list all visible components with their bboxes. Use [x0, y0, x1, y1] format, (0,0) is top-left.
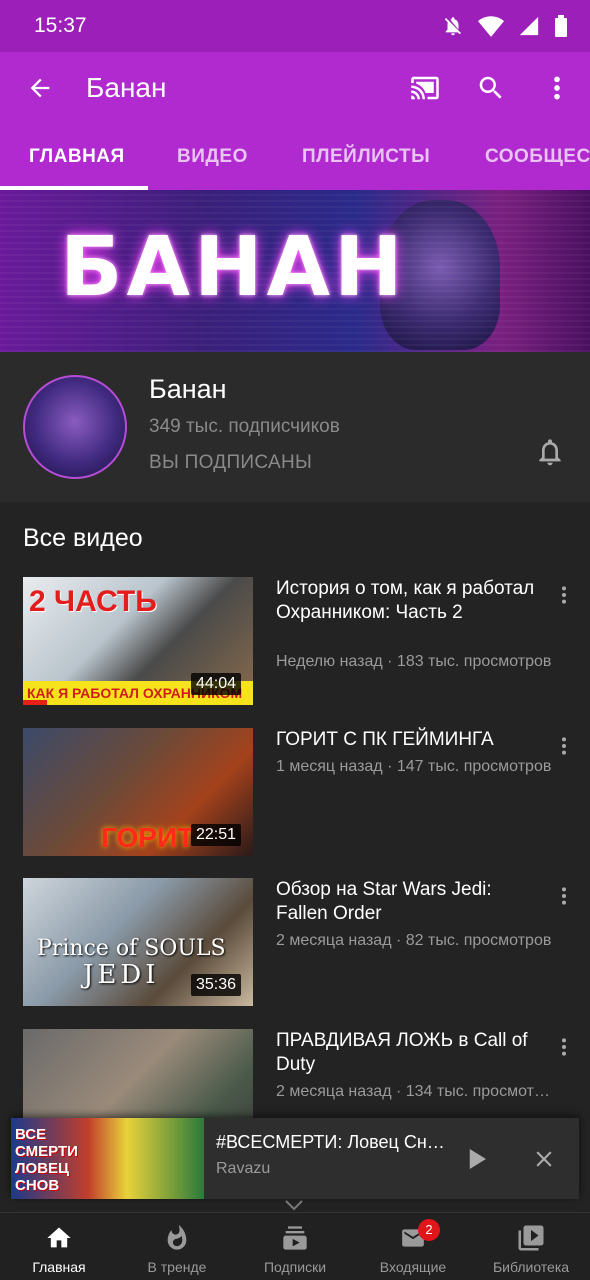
nav-trending[interactable]: В тренде — [118, 1213, 236, 1280]
notification-bell-icon[interactable] — [534, 436, 566, 468]
subscriptions-icon — [283, 1226, 307, 1250]
tab-community[interactable]: СООБЩЕСТВО — [485, 124, 590, 190]
video-duration: 35:36 — [190, 974, 241, 996]
notification-badge: 2 — [418, 1219, 440, 1241]
subscribed-button[interactable]: ВЫ ПОДПИСАНЫ — [149, 452, 312, 474]
subscriber-count: 349 тыс. подписчиков — [149, 416, 340, 437]
more-vert-icon — [562, 887, 566, 905]
channel-header: Банан 349 тыс. подписчиков ВЫ ПОДПИСАНЫ — [0, 352, 590, 502]
channel-tabs: ГЛАВНАЯ ВИДЕО ПЛЕЙЛИСТЫ СООБЩЕСТВО — [0, 124, 590, 190]
back-button[interactable] — [0, 52, 80, 124]
video-meta: 2 месяца назад · 82 тыс. просмотров — [276, 932, 552, 949]
nav-label: В тренде — [147, 1259, 207, 1275]
cast-button[interactable] — [392, 52, 458, 124]
more-options-button[interactable] — [524, 52, 590, 124]
video-item[interactable]: 2 ЧАСТЬ КАК Я РАБОТАЛ ОХРАННИКОМ 44:04 И… — [0, 577, 590, 707]
video-thumbnail[interactable]: 2 ЧАСТЬ КАК Я РАБОТАЛ ОХРАННИКОМ 44:04 — [23, 577, 253, 705]
chevron-down-icon[interactable] — [284, 1199, 304, 1211]
wifi-icon — [478, 16, 504, 37]
mini-player-thumbnail[interactable]: ВСЕ СМЕРТИ ЛОВЕЦ СНОВ — [11, 1118, 204, 1199]
watch-progress-bar — [23, 700, 47, 705]
thumbnail-text: Prince of SOULS — [37, 936, 226, 961]
section-title: Все видео — [23, 524, 143, 552]
close-icon[interactable] — [531, 1146, 557, 1172]
signal-icon — [519, 16, 539, 36]
nav-inbox[interactable]: 2 Входящие — [354, 1213, 472, 1280]
nav-label: Библиотека — [492, 1259, 570, 1275]
nav-label: Подписки — [263, 1259, 327, 1275]
mini-player[interactable]: ВСЕ СМЕРТИ ЛОВЕЦ СНОВ #ВСЕСМЕРТИ: Ловец … — [11, 1118, 579, 1199]
channel-banner: БАНАН — [0, 190, 590, 352]
video-more-button[interactable] — [552, 886, 576, 914]
video-meta: 2 месяца назад · 134 тыс. просмотров — [276, 1083, 558, 1100]
video-more-button[interactable] — [552, 1037, 576, 1065]
nav-label: Главная — [32, 1259, 86, 1275]
search-icon — [479, 76, 502, 99]
mini-player-author: Ravazu — [216, 1160, 271, 1177]
video-meta: 1 месяц назад · 147 тыс. просмотров — [276, 758, 552, 775]
more-vert-icon — [562, 1038, 566, 1056]
video-item[interactable]: Prince of SOULS JEDI 35:36 Обзор на Star… — [0, 878, 590, 1008]
video-more-button[interactable] — [552, 585, 576, 613]
notifications-off-icon — [444, 17, 461, 36]
nav-subscriptions[interactable]: Подписки — [236, 1213, 354, 1280]
thumbnail-caption: JEDI — [83, 960, 160, 990]
fire-icon — [167, 1224, 187, 1250]
mini-player-title[interactable]: #ВСЕСМЕРТИ: Ловец Снов.. — [216, 1132, 448, 1153]
play-icon[interactable] — [461, 1144, 491, 1174]
more-vert-icon — [562, 737, 566, 755]
arrow-back-icon — [30, 78, 50, 98]
status-icons — [442, 15, 568, 37]
battery-icon — [555, 15, 567, 37]
video-title[interactable]: Обзор на Star Wars Jedi: Fallen Order — [276, 878, 546, 926]
video-duration: 22:51 — [190, 824, 241, 846]
video-item[interactable]: ГОРИТ 22:51 ГОРИТ С ПК ГЕЙМИНГА 1 месяц … — [0, 728, 590, 858]
nav-library[interactable]: Библиотека — [472, 1213, 590, 1280]
library-icon — [518, 1225, 544, 1251]
mini-player-thumbnail-text: ВСЕ СМЕРТИ ЛОВЕЦ СНОВ — [15, 1126, 78, 1194]
video-thumbnail[interactable]: Prince of SOULS JEDI 35:36 — [23, 878, 253, 1006]
tab-home[interactable]: ГЛАВНАЯ — [29, 124, 125, 190]
video-duration: 44:04 — [190, 673, 241, 695]
nav-label: Входящие — [379, 1259, 447, 1275]
video-more-button[interactable] — [552, 736, 576, 764]
page-title: Банан — [86, 72, 167, 103]
tab-videos[interactable]: ВИДЕО — [177, 124, 248, 190]
more-vert-icon — [554, 76, 560, 100]
more-vert-icon — [562, 586, 566, 604]
channel-avatar[interactable] — [23, 375, 127, 479]
channel-name: Банан — [149, 374, 227, 404]
cast-icon — [411, 76, 439, 100]
video-title[interactable]: История о том, как я работал Охранником:… — [276, 577, 546, 625]
status-time: 15:37 — [34, 14, 87, 37]
home-icon — [47, 1227, 71, 1248]
nav-home[interactable]: Главная — [0, 1213, 118, 1280]
thumbnail-text: 2 ЧАСТЬ — [29, 585, 157, 618]
video-thumbnail[interactable]: ГОРИТ 22:51 — [23, 728, 253, 856]
app-bar: Банан — [0, 52, 590, 124]
banner-text: БАНАН — [60, 220, 407, 315]
tab-playlists[interactable]: ПЛЕЙЛИСТЫ — [302, 124, 430, 190]
search-button[interactable] — [458, 52, 524, 124]
video-meta: Неделю назад · 183 тыс. просмотров — [276, 653, 552, 670]
bottom-navigation: Главная В тренде Подписки 2 Входящие Биб… — [0, 1212, 590, 1280]
video-title[interactable]: ПРАВДИВАЯ ЛОЖЬ в Call of Duty — [276, 1029, 546, 1077]
thumbnail-text: ГОРИТ — [101, 822, 195, 853]
status-bar: 15:37 — [0, 0, 590, 52]
video-title[interactable]: ГОРИТ С ПК ГЕЙМИНГА — [276, 728, 546, 752]
